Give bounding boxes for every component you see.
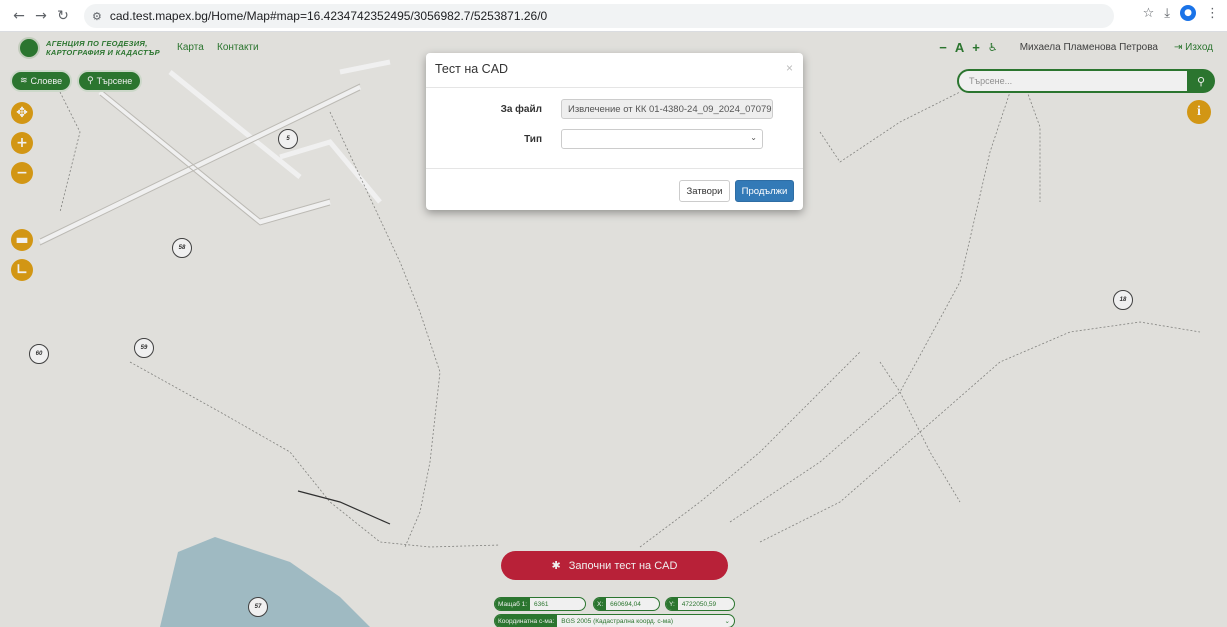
logo-line-2: КАРТОГРАФИЯ И КАДАСТЪР [46, 48, 160, 57]
start-cad-test-button[interactable]: ✱ Започни тест на CAD [501, 551, 728, 580]
layers-icon: ≋ [20, 76, 28, 86]
user-name[interactable]: Михаела Пламенова Петрова [1020, 42, 1158, 53]
type-select[interactable]: ⌄ [561, 129, 763, 149]
site-settings-icon[interactable]: ⚙ [92, 10, 102, 23]
search-panel-label: Търсене [96, 76, 133, 86]
close-button[interactable]: Затвори [679, 180, 730, 202]
type-label: Тип [524, 133, 542, 145]
scale-value: 6361 [534, 600, 549, 608]
browser-actions: ☆ ⤓ ● ⋮ [1143, 5, 1219, 21]
cad-test-dialog: Тест на CAD × За файл Извлечение от КК 0… [426, 53, 803, 210]
agency-emblem-icon [18, 37, 40, 59]
bug-icon: ✱ [551, 559, 561, 572]
close-icon[interactable]: × [786, 61, 793, 75]
bookmark-star-icon[interactable]: ☆ [1143, 6, 1155, 21]
map-page: 5 58 59 60 18 57 АГЕНЦИЯ ПО ГЕОДЕЗИЯ, КА… [0, 32, 1227, 627]
search-panel-button[interactable]: ⚲ Търсене [77, 70, 143, 92]
crs-label: Координатна с-ма: [495, 615, 558, 627]
chevron-down-icon: ⌄ [750, 133, 757, 142]
y-coordinate-field: Y: 4722050,59 [665, 597, 735, 611]
parcel-marker[interactable]: 58 [172, 238, 192, 258]
parcel-marker[interactable]: 60 [29, 344, 49, 364]
start-cad-test-label: Започни тест на CAD [568, 559, 678, 572]
crs-value: BGS 2005 (Кадастрална коорд. с-ма) [561, 617, 673, 625]
fullscreen-icon[interactable]: ✥ [11, 102, 33, 124]
dialog-footer: Затвори Продължи [426, 168, 803, 210]
address-bar[interactable]: ⚙ cad.test.mapex.bg/Home/Map#map=16.4234… [84, 4, 1114, 28]
nav-map-link[interactable]: Карта [177, 42, 204, 53]
forward-icon[interactable]: → [30, 5, 52, 27]
info-icon[interactable]: i [1187, 100, 1211, 124]
font-increase-button[interactable]: + [972, 40, 980, 55]
search-submit-icon[interactable]: ⚲ [1187, 69, 1215, 93]
y-label: Y: [666, 598, 678, 610]
crs-select[interactable]: Координатна с-ма: BGS 2005 (Кадастрална … [494, 614, 735, 627]
search-icon: ⚲ [87, 76, 94, 86]
layers-label: Слоеве [30, 76, 63, 86]
file-row: За файл Извлечение от КК 01-4380-24_09_2… [426, 99, 803, 119]
x-value: 660694,04 [610, 600, 641, 608]
zoom-out-icon[interactable]: − [11, 162, 33, 184]
file-label: За файл [500, 103, 542, 115]
file-field: Извлечение от КК 01-4380-24_09_2024_0707… [561, 99, 773, 119]
parcel-marker[interactable]: 5 [278, 129, 298, 149]
continue-button[interactable]: Продължи [735, 180, 794, 202]
profile-avatar-icon[interactable]: ● [1180, 5, 1196, 21]
type-row: Тип ⌄ [426, 129, 803, 149]
agency-logo[interactable]: АГЕНЦИЯ ПО ГЕОДЕЗИЯ, КАРТОГРАФИЯ И КАДАС… [18, 37, 160, 59]
road-segment [297, 490, 391, 525]
logout-link[interactable]: ⇥ Изход [1174, 42, 1213, 53]
dialog-header: Тест на CAD × [426, 53, 803, 88]
layers-button[interactable]: ≋ Слоеве [10, 70, 73, 92]
measure-area-icon[interactable]: ▬ [11, 229, 33, 251]
scale-field[interactable]: Мащаб 1: 6361 [494, 597, 586, 611]
nav-contacts-link[interactable]: Контакти [217, 42, 259, 53]
menu-dots-icon[interactable]: ⋮ [1206, 6, 1219, 21]
browser-toolbar: ← → ↻ ⚙ cad.test.mapex.bg/Home/Map#map=1… [0, 0, 1227, 32]
reload-icon[interactable]: ↻ [52, 5, 74, 27]
scale-label: Мащаб 1: [495, 598, 531, 610]
dialog-title: Тест на CAD [435, 62, 509, 76]
accessibility-icon[interactable]: ♿ [988, 41, 998, 54]
url-text: cad.test.mapex.bg/Home/Map#map=16.423474… [109, 9, 548, 23]
back-icon[interactable]: ← [8, 5, 30, 27]
header-tools: − A + ♿ Михаела Пламенова Петрова ⇥ Изхо… [939, 40, 1213, 55]
map-search-input[interactable]: Търсене... [957, 69, 1189, 93]
font-size-button[interactable]: A [955, 40, 964, 55]
parcel-marker[interactable]: 57 [248, 597, 268, 617]
chevron-down-icon: ⌄ [724, 617, 730, 625]
y-value: 4722050,59 [681, 600, 717, 608]
logout-icon: ⇥ [1173, 42, 1183, 53]
download-icon[interactable]: ⤓ [1164, 6, 1170, 21]
zoom-in-icon[interactable]: + [11, 132, 33, 154]
x-label: X: [594, 598, 607, 610]
parcel-marker[interactable]: 59 [134, 338, 154, 358]
logo-text: АГЕНЦИЯ ПО ГЕОДЕЗИЯ, КАРТОГРАФИЯ И КАДАС… [46, 39, 160, 57]
measure-length-icon[interactable]: ∟ [11, 259, 33, 281]
font-decrease-button[interactable]: − [939, 40, 947, 55]
logo-line-1: АГЕНЦИЯ ПО ГЕОДЕЗИЯ, [46, 39, 148, 48]
logout-label: Изход [1185, 42, 1213, 53]
parcel-marker[interactable]: 18 [1113, 290, 1133, 310]
x-coordinate-field: X: 660694,04 [593, 597, 660, 611]
